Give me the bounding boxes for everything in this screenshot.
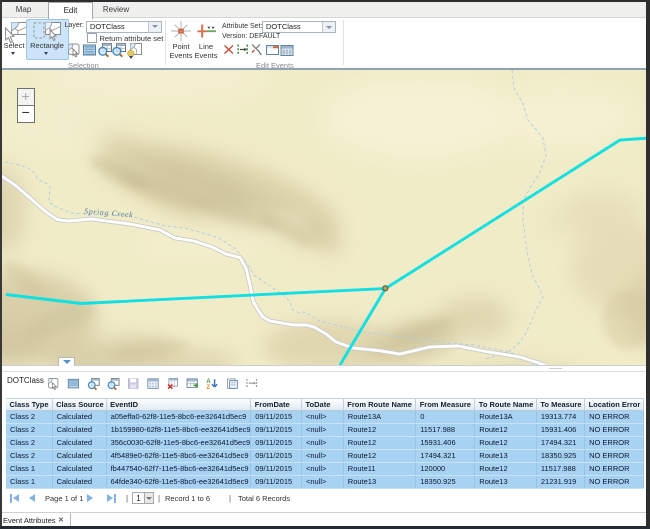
svg-text:A: A: [206, 379, 211, 385]
svg-text:Z: Z: [206, 385, 210, 391]
